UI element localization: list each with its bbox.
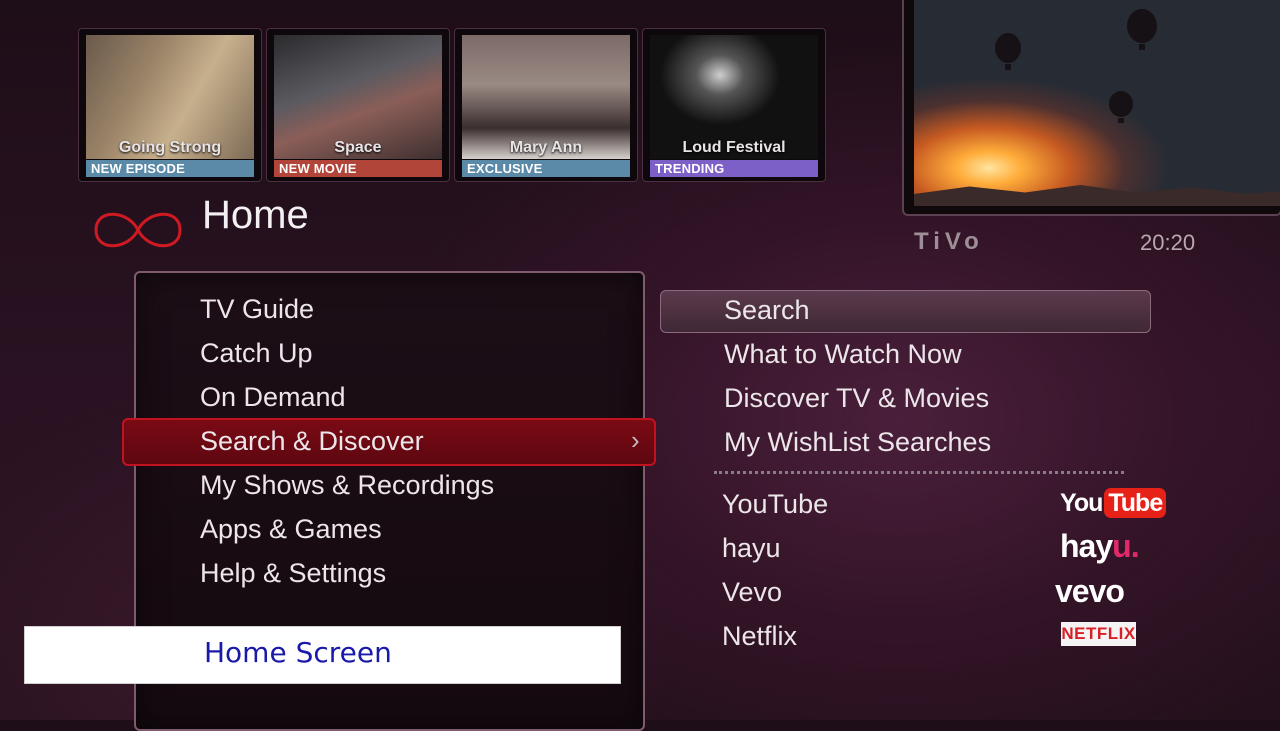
submenu-divider xyxy=(714,471,1124,474)
page-title: Home xyxy=(202,193,309,237)
menu-item-help-settings[interactable]: Help & Settings xyxy=(200,552,386,594)
netflix-logo: NETFLIX xyxy=(1061,622,1136,646)
tile-title: Mary Ann xyxy=(509,139,583,156)
featured-tile[interactable]: Going Strong NEW EPISODE xyxy=(78,28,262,182)
app-item-hayu[interactable]: hayu xyxy=(722,528,781,568)
menu-item-apps-games[interactable]: Apps & Games xyxy=(200,508,382,550)
live-tv-preview[interactable] xyxy=(902,0,1280,216)
tile-title: Going Strong xyxy=(118,139,222,156)
app-item-netflix[interactable]: Netflix xyxy=(722,616,797,656)
hayu-logo: hayu. xyxy=(1060,528,1140,565)
tile-artwork: Loud Festival xyxy=(650,35,818,159)
app-item-vevo[interactable]: Vevo xyxy=(722,572,782,612)
submenu-item-discover[interactable]: Discover TV & Movies xyxy=(724,378,989,418)
tivo-logo: TiVo xyxy=(914,228,984,255)
menu-item-search-discover[interactable]: Search & Discover xyxy=(200,420,424,462)
tile-badge: TRENDING xyxy=(650,160,818,177)
menu-item-catch-up[interactable]: Catch Up xyxy=(200,332,313,374)
tile-artwork: Space xyxy=(274,35,442,159)
vevo-logo: vevo xyxy=(1055,573,1125,609)
app-item-youtube[interactable]: YouTube xyxy=(722,484,828,524)
submenu-item-what-to-watch[interactable]: What to Watch Now xyxy=(724,334,962,374)
hayu-logo-u: u. xyxy=(1112,528,1139,564)
featured-tile[interactable]: Mary Ann EXCLUSIVE xyxy=(454,28,638,182)
tile-title: Loud Festival xyxy=(682,139,786,156)
featured-tile[interactable]: Space NEW MOVIE xyxy=(266,28,450,182)
caption-label: Home Screen xyxy=(204,636,392,669)
youtube-logo-you: You xyxy=(1060,488,1103,517)
clock: 20:20 xyxy=(1140,230,1196,255)
chevron-right-icon: › xyxy=(631,425,640,455)
tile-artwork: Mary Ann xyxy=(462,35,630,159)
menu-item-on-demand[interactable]: On Demand xyxy=(200,376,346,418)
preview-image xyxy=(914,0,1280,204)
submenu-item-wishlist[interactable]: My WishList Searches xyxy=(724,422,991,462)
hayu-logo-main: hay xyxy=(1060,528,1113,564)
tile-artwork: Going Strong xyxy=(86,35,254,159)
tile-badge: NEW EPISODE xyxy=(86,160,254,177)
virgin-infinity-logo xyxy=(94,212,182,248)
youtube-logo-tube: Tube xyxy=(1104,488,1167,518)
menu-item-my-shows[interactable]: My Shows & Recordings xyxy=(200,464,494,506)
youtube-logo: You Tube xyxy=(1060,487,1167,519)
featured-tile[interactable]: Loud Festival TRENDING xyxy=(642,28,826,182)
tile-badge: EXCLUSIVE xyxy=(462,160,630,177)
tile-title: Space xyxy=(334,139,382,156)
menu-item-tv-guide[interactable]: TV Guide xyxy=(200,288,314,330)
tile-badge: NEW MOVIE xyxy=(274,160,442,177)
balloons-graphic xyxy=(995,9,1157,123)
featured-tiles: Going Strong NEW EPISODE Space NEW MOVIE… xyxy=(78,28,828,182)
submenu-item-search[interactable]: Search xyxy=(724,290,810,330)
